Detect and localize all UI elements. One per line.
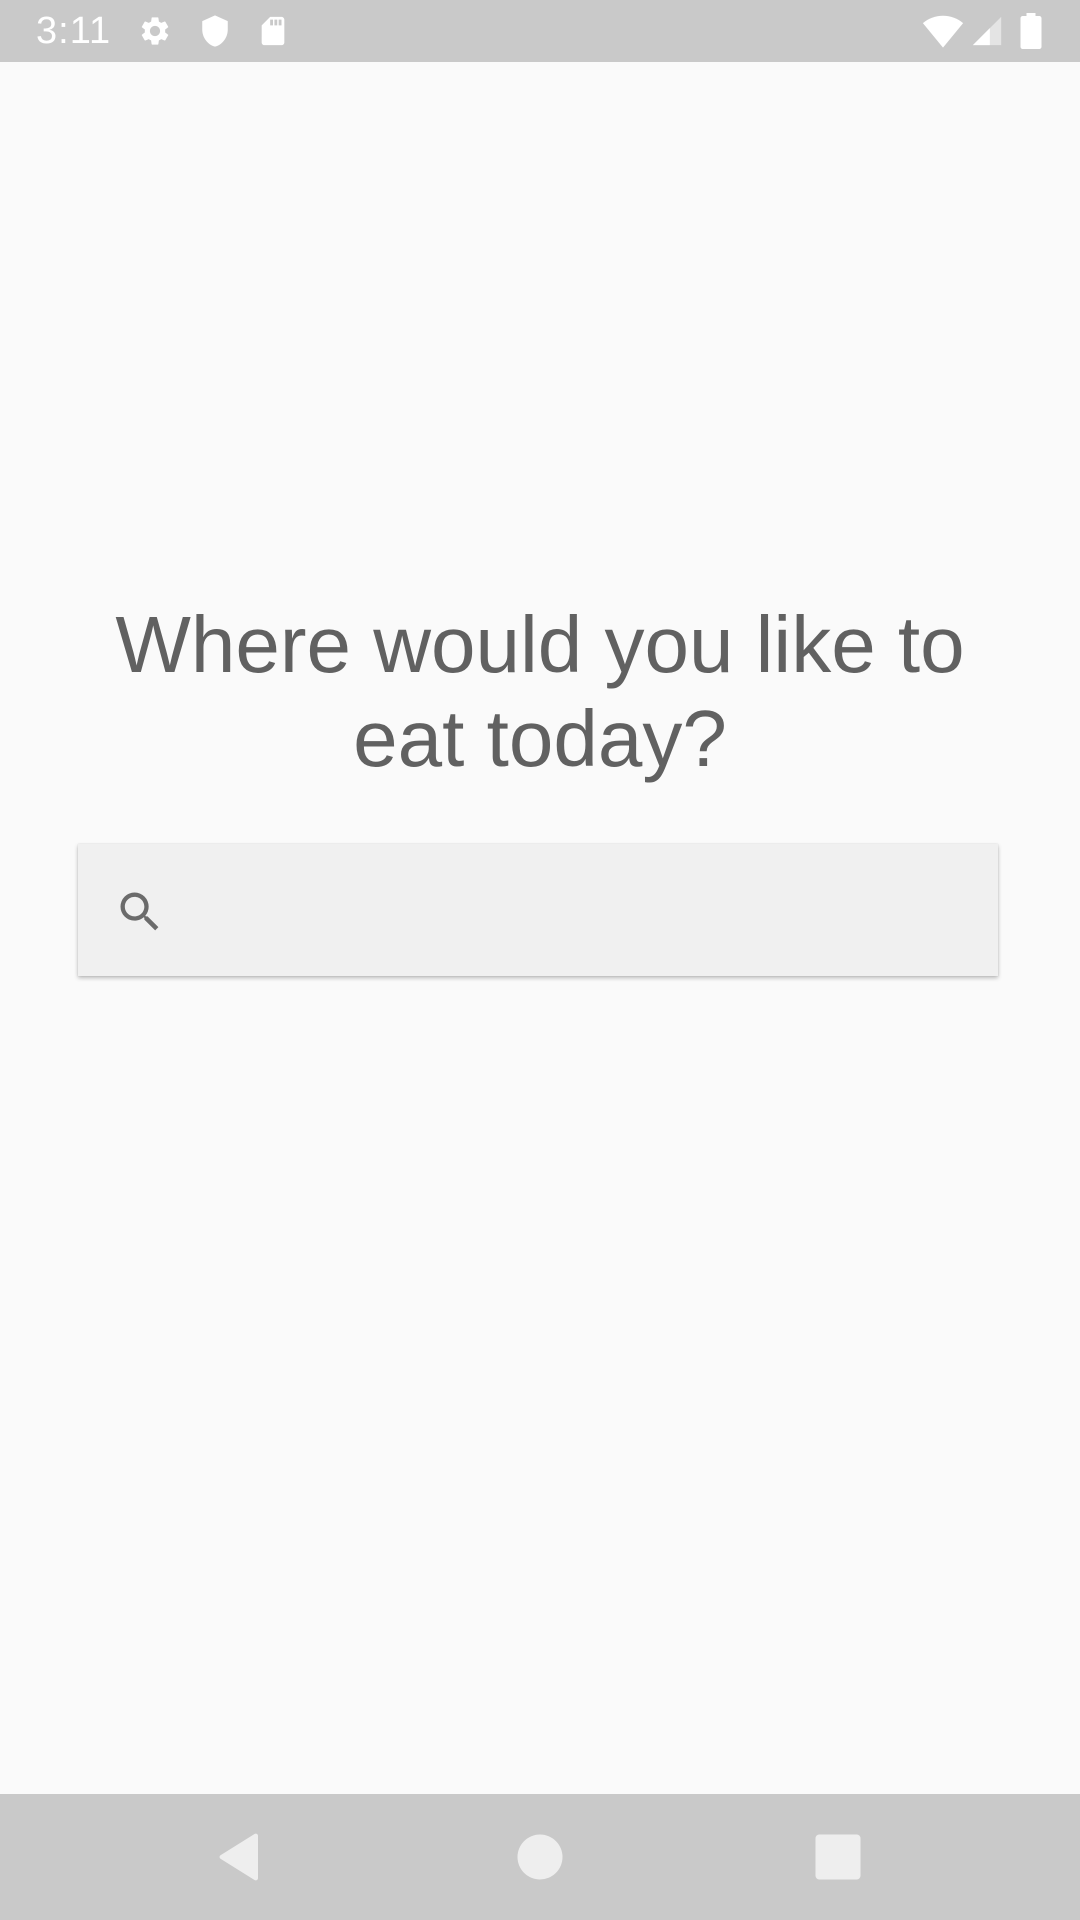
page-title: Where would you like to eat today?: [115, 600, 965, 783]
battery-icon: [1018, 13, 1044, 49]
back-icon[interactable]: [208, 1827, 268, 1887]
wifi-icon: [922, 13, 964, 49]
shield-icon: [198, 14, 232, 48]
settings-gear-icon: [138, 14, 172, 48]
sd-card-icon: [256, 14, 290, 48]
status-bar: 3:11: [0, 0, 1080, 62]
status-time: 3:11: [36, 10, 112, 52]
navigation-bar: [0, 1794, 1080, 1920]
search-icon: [114, 886, 166, 938]
search-bar[interactable]: [78, 844, 998, 976]
home-icon[interactable]: [510, 1827, 570, 1887]
cell-signal-icon: [970, 14, 1004, 48]
recents-icon[interactable]: [808, 1827, 868, 1887]
search-input[interactable]: [188, 874, 968, 946]
